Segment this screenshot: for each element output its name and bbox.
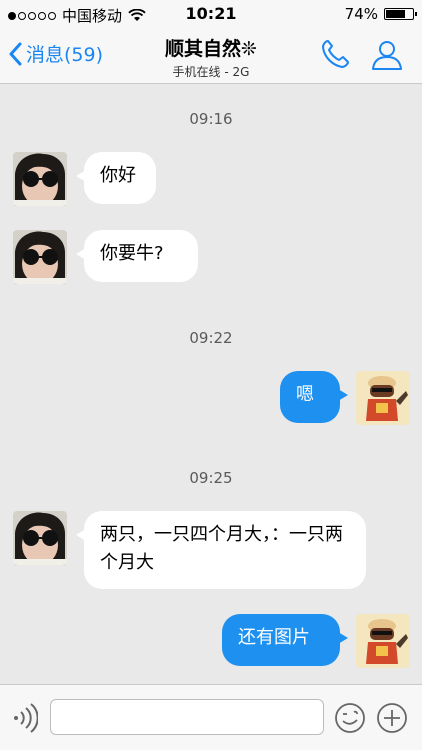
chevron-left-icon — [9, 42, 22, 65]
incoming-message[interactable]: 两只，一只四个月大，：一只两个月大 — [76, 511, 366, 589]
outgoing-message[interactable]: 还有图片 — [222, 614, 348, 666]
plus-button[interactable] — [376, 702, 408, 738]
voice-button[interactable] — [12, 703, 39, 737]
my-avatar[interactable] — [356, 614, 410, 668]
phone-button[interactable] — [320, 38, 350, 74]
message-input[interactable] — [50, 699, 324, 735]
incoming-message[interactable]: 你要牛? — [76, 230, 198, 282]
timestamp: 09:25 — [189, 469, 233, 487]
outgoing-message[interactable]: 嗯 — [280, 371, 348, 423]
voice-wave-icon — [14, 703, 39, 733]
timestamp: 09:22 — [189, 329, 233, 347]
my-avatar[interactable] — [356, 371, 410, 425]
battery-icon — [384, 8, 417, 20]
timestamp: 09:16 — [189, 110, 233, 128]
contact-avatar[interactable] — [13, 152, 67, 206]
chat-area[interactable]: 09:16 你好 你要牛? 09:22 嗯 09:25 两只，一只四个月大，：一… — [0, 84, 422, 684]
emoji-button[interactable] — [334, 702, 366, 738]
profile-button[interactable] — [370, 38, 404, 76]
back-label: 消息(59) — [26, 44, 104, 66]
person-icon — [372, 41, 402, 70]
incoming-message[interactable]: 你好 — [76, 152, 156, 204]
phone-icon — [322, 40, 349, 68]
input-bar — [0, 684, 422, 750]
battery-percent: 74% — [344, 5, 378, 23]
battery-info: 74% — [344, 5, 417, 23]
contact-avatar[interactable] — [13, 511, 67, 565]
status-bar: 中国移动 10:21 74% — [0, 0, 422, 28]
emoji-icon — [335, 703, 365, 733]
contact-avatar[interactable] — [13, 230, 67, 284]
nav-bar: 消息(59) 顺其自然❊ 手机在线 - 2G — [0, 28, 422, 84]
back-button[interactable]: 消息(59) — [8, 40, 103, 67]
plus-icon — [377, 703, 407, 733]
